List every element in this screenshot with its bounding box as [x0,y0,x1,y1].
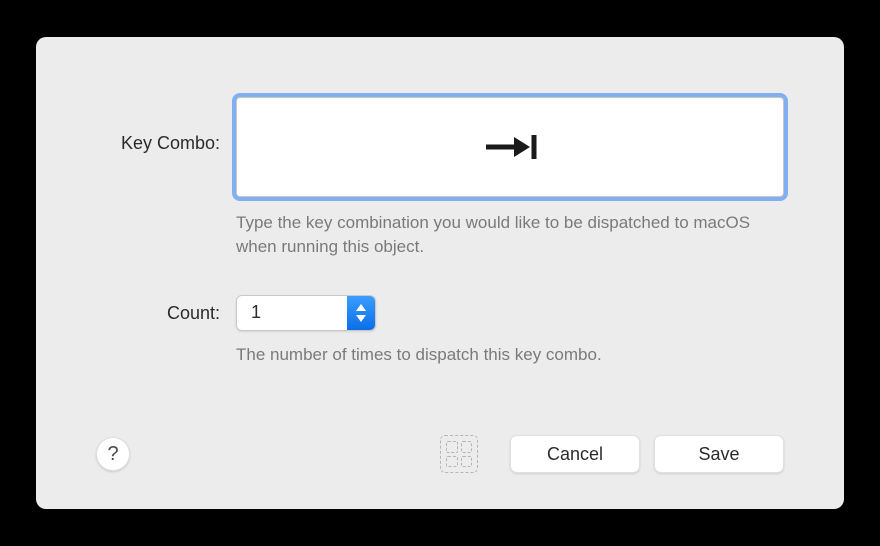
count-hint: The number of times to dispatch this key… [236,343,784,367]
key-combo-dialog: Key Combo: Type the key combination you … [36,37,844,509]
key-combo-input[interactable] [236,97,784,197]
count-label: Count: [96,295,236,324]
dialog-footer: ? Cancel Save [96,435,784,473]
count-row: Count: 1 The number of times to dispatch… [96,295,784,367]
tab-key-icon [480,127,540,167]
key-combo-label: Key Combo: [96,97,236,154]
grid-icon-button[interactable] [440,435,478,473]
count-value: 1 [237,296,347,330]
save-button[interactable]: Save [654,435,784,473]
count-select[interactable]: 1 [236,295,376,331]
help-icon: ? [107,443,118,466]
key-combo-row: Key Combo: Type the key combination you … [96,97,784,283]
count-stepper-icon [347,296,375,330]
help-button[interactable]: ? [96,437,130,471]
cancel-button[interactable]: Cancel [510,435,640,473]
key-combo-hint: Type the key combination you would like … [236,211,784,259]
